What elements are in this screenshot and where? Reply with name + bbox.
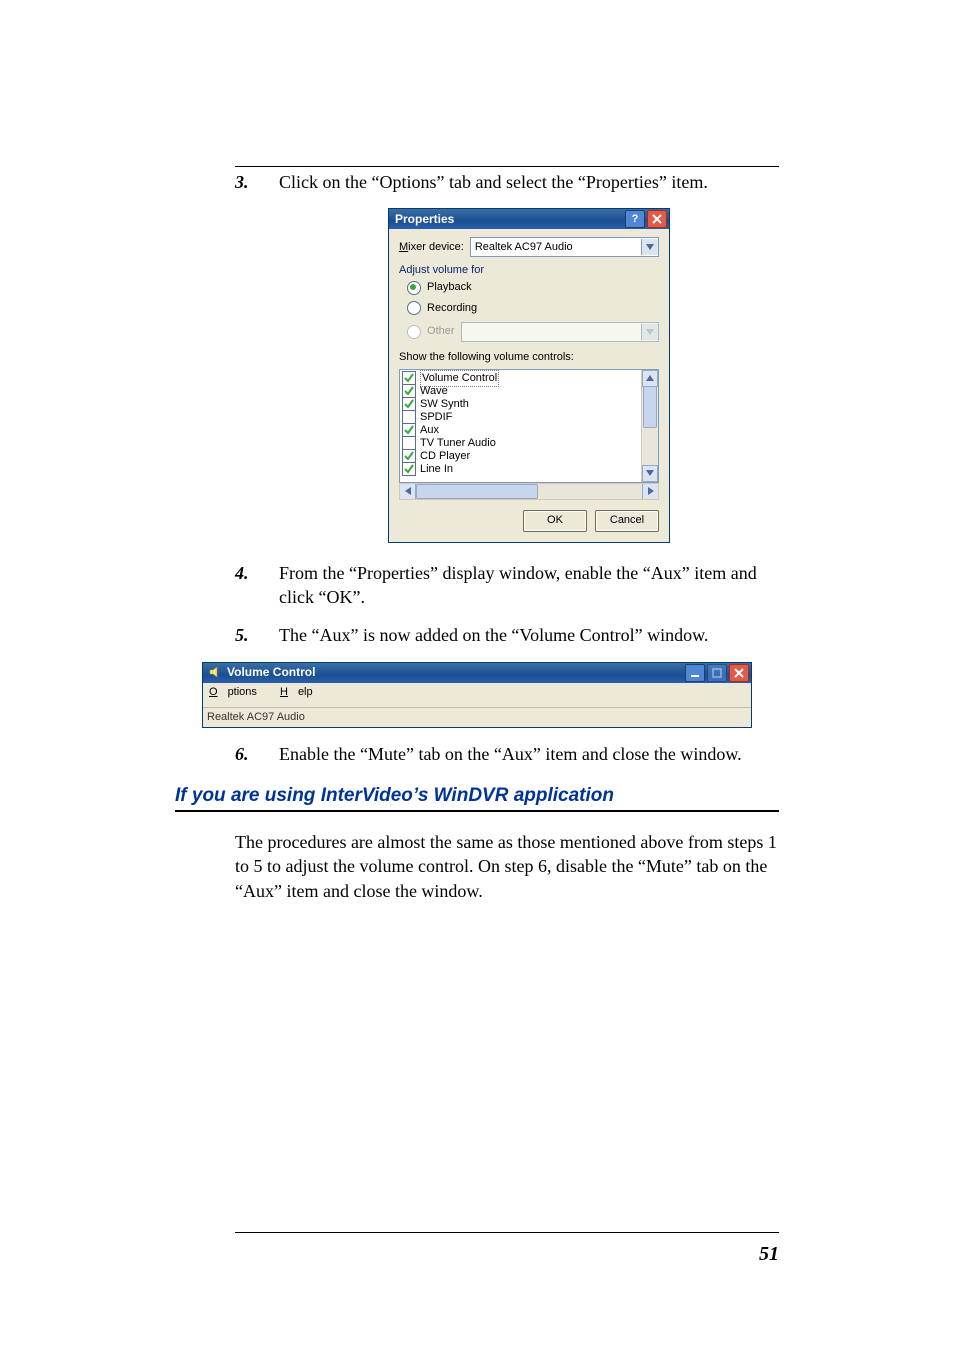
chevron-down-icon <box>641 239 658 255</box>
section-underline <box>175 810 779 812</box>
vertical-scrollbar[interactable] <box>641 370 658 482</box>
top-rule <box>235 166 779 167</box>
mixer-device-value: Realtek AC97 Audio <box>475 240 573 255</box>
titlebar-buttons: ? <box>625 210 667 228</box>
checkbox[interactable] <box>402 397 416 411</box>
step-6-text: Enable the “Mute” tab on the “Aux” item … <box>279 744 742 764</box>
properties-titlebar: Properties ? <box>389 209 669 229</box>
menu-help[interactable]: Help <box>280 686 323 698</box>
step-4-text: From the “Properties” display window, en… <box>279 563 757 607</box>
menu-options[interactable]: Options <box>209 686 267 698</box>
scroll-right-icon[interactable] <box>642 484 658 499</box>
scroll-left-icon[interactable] <box>400 484 416 499</box>
radio-recording-row[interactable]: Recording <box>407 301 659 316</box>
radio-playback-label: Playback <box>427 280 472 295</box>
listbox-item[interactable]: SW Synth <box>402 398 641 411</box>
help-button[interactable]: ? <box>625 210 645 228</box>
show-controls-label: Show the following volume controls: <box>399 350 659 365</box>
checkbox[interactable] <box>402 371 416 385</box>
radio-other-label: Other <box>427 324 455 339</box>
close-button[interactable] <box>647 210 667 228</box>
close-button[interactable] <box>729 664 749 682</box>
scroll-thumb[interactable] <box>643 386 657 428</box>
listbox-item[interactable]: Line In <box>402 463 641 476</box>
listbox-item-label: Line In <box>420 462 453 477</box>
mixer-device-label: Mixer device: <box>399 240 464 255</box>
scroll-up-icon[interactable] <box>642 370 658 387</box>
mixer-device-dropdown[interactable]: Realtek AC97 Audio <box>470 237 659 257</box>
step-3: 3. Click on the “Options” tab and select… <box>235 170 779 543</box>
listbox-items: Volume ControlWaveSW SynthSPDIFAuxTV Tun… <box>400 370 641 482</box>
volctrl-titlebar: Volume Control <box>203 663 751 683</box>
menu-bar: Options Help <box>203 683 751 702</box>
step-4-number: 4. <box>235 561 249 585</box>
radio-recording[interactable] <box>407 301 421 315</box>
hscroll-thumb[interactable] <box>416 484 538 499</box>
radio-playback[interactable] <box>407 281 421 295</box>
radio-other <box>407 325 421 339</box>
body-content: 3. Click on the “Options” tab and select… <box>235 170 779 903</box>
listbox-item[interactable]: SPDIF <box>402 411 641 424</box>
titlebar-buttons <box>685 664 749 682</box>
horizontal-scrollbar[interactable] <box>399 483 659 500</box>
checkbox[interactable] <box>402 462 416 476</box>
section-body: The procedures are almost the same as th… <box>235 830 779 903</box>
radio-recording-label: Recording <box>427 301 477 316</box>
checkbox[interactable] <box>402 449 416 463</box>
step-5: 5. The “Aux” is now added on the “Volume… <box>235 623 779 647</box>
checkbox[interactable] <box>402 436 416 450</box>
checkbox[interactable] <box>402 423 416 437</box>
document-page: 51 3. Click on the “Options” tab and sel… <box>0 0 954 1351</box>
minimize-button[interactable] <box>685 664 705 682</box>
volume-controls-listbox[interactable]: Volume ControlWaveSW SynthSPDIFAuxTV Tun… <box>399 369 659 483</box>
checkbox[interactable] <box>402 384 416 398</box>
step-5-number: 5. <box>235 623 249 647</box>
status-bar: Realtek AC97 Audio <box>203 707 751 727</box>
chevron-down-icon <box>641 324 658 340</box>
other-dropdown <box>461 322 659 342</box>
bottom-rule <box>235 1232 779 1233</box>
properties-body: Mixer device: Realtek AC97 Audio Adjust … <box>389 229 669 541</box>
volume-control-window: Volume Control Options Help Realtek AC97… <box>202 662 752 729</box>
step-6-number: 6. <box>235 742 249 766</box>
cancel-button[interactable]: Cancel <box>595 510 659 532</box>
radio-other-row: Other <box>407 322 659 342</box>
step-4: 4. From the “Properties” display window,… <box>235 561 779 610</box>
checkbox[interactable] <box>402 410 416 424</box>
page-number: 51 <box>759 1243 779 1266</box>
properties-window: Properties ? Mixer device: <box>388 208 670 542</box>
dialog-button-row: OK Cancel <box>399 510 659 532</box>
volctrl-title: Volume Control <box>209 664 315 680</box>
step-3-number: 3. <box>235 170 249 194</box>
figure-volume-control: Volume Control Options Help Realtek AC97… <box>175 662 779 729</box>
listbox-item[interactable]: Aux <box>402 424 641 437</box>
maximize-button <box>707 664 727 682</box>
listbox-item[interactable]: TV Tuner Audio <box>402 437 641 450</box>
properties-title: Properties <box>395 211 454 227</box>
ok-button[interactable]: OK <box>523 510 587 532</box>
listbox-item[interactable]: Volume Control <box>402 372 641 385</box>
mixer-device-row: Mixer device: Realtek AC97 Audio <box>399 237 659 257</box>
scroll-down-icon[interactable] <box>642 465 658 482</box>
step-3-text: Click on the “Options” tab and select th… <box>279 172 708 192</box>
speaker-icon <box>209 666 223 678</box>
radio-playback-row[interactable]: Playback <box>407 280 659 295</box>
step-5-text: The “Aux” is now added on the “Volume Co… <box>279 625 708 645</box>
listbox-item[interactable]: Wave <box>402 385 641 398</box>
section-heading: If you are using InterVideo’s WinDVR app… <box>175 783 779 809</box>
step-6: 6. Enable the “Mute” tab on the “Aux” it… <box>235 742 779 766</box>
adjust-volume-for-label: Adjust volume for <box>399 263 659 278</box>
figure-properties-dialog: Properties ? Mixer device: <box>279 208 779 542</box>
listbox-item[interactable]: CD Player <box>402 450 641 463</box>
